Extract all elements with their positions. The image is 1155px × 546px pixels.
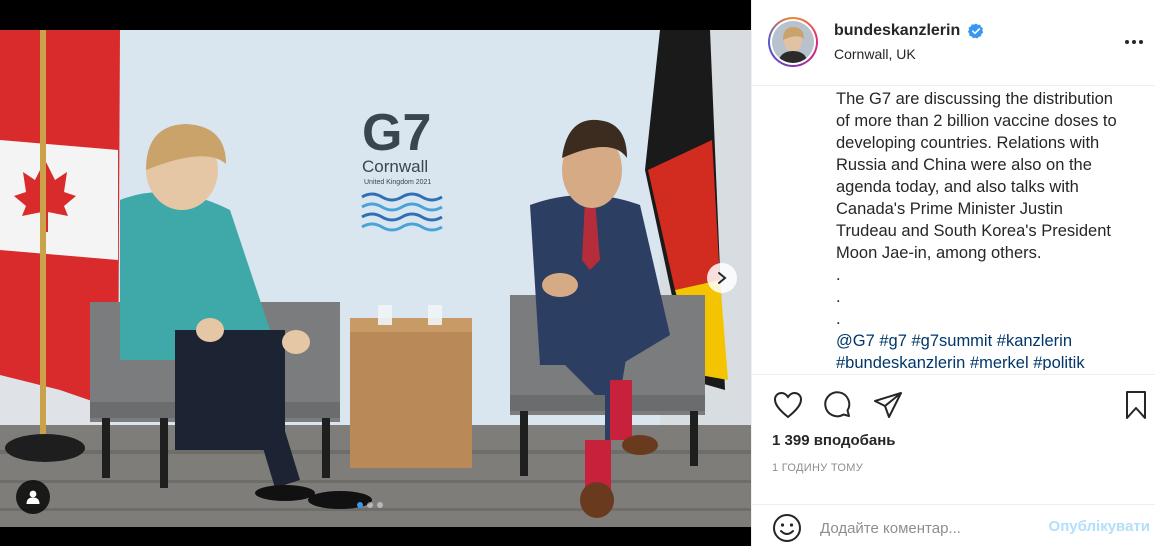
hashtag-line: #bundeskanzlerin #merkel #politik (836, 352, 1146, 370)
caption-line: Moon Jae-in, among others. (836, 244, 1042, 262)
comment-button[interactable] (822, 389, 854, 421)
svg-text:United Kingdom 2021: United Kingdom 2021 (364, 179, 431, 186)
caption-line: Trudeau and South Korea's President (836, 222, 1111, 240)
emoji-button[interactable] (772, 513, 802, 543)
caption-line: agenda today, and also talks with (836, 178, 1079, 196)
post-header: bundeskanzlerin Cornwall, UK (752, 0, 1155, 86)
comment-bar: Опублікувати (752, 504, 1155, 546)
svg-text:Cornwall: Cornwall (362, 157, 428, 176)
more-options-button[interactable] (1121, 32, 1147, 52)
hashtag-link[interactable]: #merkel (970, 354, 1029, 370)
save-button[interactable] (1120, 389, 1152, 421)
like-button[interactable] (772, 389, 804, 421)
carousel-dot (377, 502, 383, 508)
user-tag-icon (26, 490, 40, 504)
mention-link[interactable]: @G7 (836, 332, 875, 350)
carousel-indicator (357, 502, 383, 508)
caption-line: . (836, 310, 841, 328)
publish-comment-button[interactable]: Опублікувати (1049, 518, 1150, 535)
comment-input[interactable] (820, 515, 1020, 541)
heart-icon (773, 391, 803, 419)
bookmark-icon (1126, 391, 1146, 419)
verified-badge-icon (968, 23, 984, 39)
caption-line: Canada's Prime Minister Justin (836, 200, 1063, 218)
carousel-dot (367, 502, 373, 508)
hashtag-line: @G7 #g7 #g7summit #kanzlerin (836, 330, 1146, 352)
comment-icon (824, 391, 851, 418)
tagged-users-button[interactable] (16, 480, 50, 514)
username-link[interactable]: bundeskanzlerin (834, 22, 960, 40)
caption-line: The G7 are discussing the distribution (836, 90, 1113, 108)
carousel-dot (357, 502, 363, 508)
share-button[interactable] (872, 389, 904, 421)
post-timestamp[interactable]: 1 ГОДИНУ ТОМУ (772, 462, 863, 474)
caption-line: . (836, 288, 841, 306)
hashtag-link[interactable]: #g7 (879, 332, 907, 350)
hashtag-link[interactable]: #kanzlerin (997, 332, 1072, 350)
likes-count[interactable]: 1 399 вподобань (772, 432, 896, 449)
post-details-panel: bundeskanzlerin Cornwall, UK The G7 are … (751, 0, 1155, 546)
caption-line: of more than 2 billion vaccine doses to (836, 112, 1117, 130)
smiley-icon (773, 514, 801, 542)
caption-line: . (836, 266, 841, 284)
hashtag-link[interactable]: #bundeskanzlerin (836, 354, 965, 370)
hashtag-link[interactable]: #g7summit (911, 332, 992, 350)
caption-line: Russia and China were also on the (836, 156, 1092, 174)
post-caption: The G7 are discussing the distribution o… (836, 88, 1146, 370)
post-photo[interactable]: G7 Cornwall United Kingdom 2021 (0, 30, 751, 527)
paper-plane-icon (874, 392, 902, 418)
post-actions (752, 374, 1155, 432)
avatar[interactable] (768, 17, 818, 67)
chevron-right-icon (718, 272, 727, 284)
svg-text:G7: G7 (362, 104, 431, 162)
caption-line: developing countries. Relations with (836, 134, 1100, 152)
location-link[interactable]: Cornwall, UK (834, 46, 916, 62)
more-horizontal-icon (1125, 40, 1129, 44)
post-media: G7 Cornwall United Kingdom 2021 (0, 0, 751, 546)
hashtag-link[interactable]: #politik (1033, 354, 1084, 370)
next-slide-button[interactable] (707, 263, 737, 293)
